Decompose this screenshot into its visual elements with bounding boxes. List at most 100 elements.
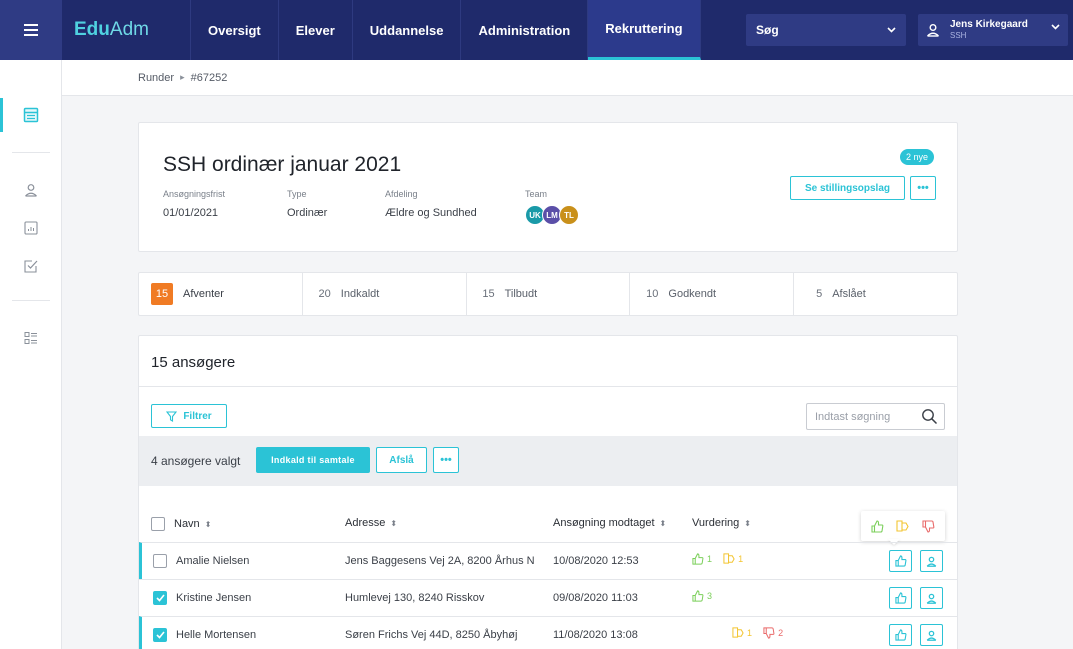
column-received[interactable]: Ansøgning modtaget ⬍ [553,517,666,529]
column-rating[interactable]: Vurdering ⬍ [692,517,751,529]
menu-button[interactable] [0,0,62,60]
filter-icon [166,410,178,422]
meta-department-value: Ældre og Sundhed [385,207,477,219]
sort-icon[interactable]: ⬍ [660,519,667,528]
profile-button[interactable] [920,550,943,572]
meta-deadline: Ansøgningsfrist 01/01/2021 [163,189,225,219]
tab-afslaaet[interactable]: 5 Afslået [794,273,957,315]
sidebar-divider [12,300,50,301]
sort-icon[interactable]: ⬍ [390,519,397,528]
row-checkbox[interactable] [153,591,167,605]
rating-down-count: 2 [778,628,784,638]
sidebar-item-people[interactable] [21,180,41,200]
thumbs-up-icon [692,553,704,565]
column-address[interactable]: Adresse ⬍ [345,517,397,529]
select-all-checkbox[interactable] [151,517,165,531]
applicant-rating: 3 [692,590,720,605]
rate-button[interactable] [889,550,912,572]
brand-logo[interactable]: Edu Adm [62,0,190,60]
thumbs-up-icon [894,592,906,604]
nav-tab-rekruttering[interactable]: Rekruttering [588,0,701,60]
table-list-icon [23,107,39,123]
new-applicants-badge: 2 nye [899,149,934,165]
avatar[interactable]: TL [559,205,579,225]
breadcrumb-root[interactable]: Runder [138,72,174,84]
applicant-search[interactable] [806,403,945,430]
search-input[interactable] [815,410,915,423]
breadcrumb: Runder ▸ #67252 [62,60,1073,96]
nav-tab-elever[interactable]: Elever [279,0,353,60]
hamburger-menu-icon [24,24,38,36]
sidebar-item-reports[interactable] [21,218,41,238]
nav-tab-uddannelse[interactable]: Uddannelse [353,0,462,60]
applicant-address: Humlevej 130, 8240 Risskov [345,592,485,604]
nav-tab-administration[interactable]: Administration [461,0,589,60]
view-posting-button[interactable]: Se stillingsopslag [790,176,905,200]
profile-button[interactable] [920,587,943,609]
column-received-label: Ansøgning modtaget [553,517,655,529]
nav-tab-oversigt[interactable]: Oversigt [190,0,279,60]
selected-count-label: 4 ansøgere valgt [151,454,241,468]
row-checkbox[interactable] [153,554,167,568]
tab-tilbudt[interactable]: 15 Tilbudt [467,273,631,315]
list-icon [24,332,37,344]
profile-button[interactable] [920,624,943,646]
user-icon [926,556,937,567]
check-icon [155,594,165,602]
sort-icon[interactable]: ⬍ [744,519,751,528]
row-checkbox[interactable] [153,628,167,642]
applicant-name[interactable]: Kristine Jensen [176,592,251,604]
tab-godkendt[interactable]: 10 Godkendt [630,273,795,315]
top-navigation-bar: Edu Adm Oversigt Elever Uddannelse Admini… [0,0,1073,60]
sort-icon[interactable]: ⬍ [205,520,212,529]
thumbs-up-icon [894,555,906,567]
rate-button[interactable] [889,587,912,609]
rating-up: 1 [692,553,712,565]
thumbs-sideways-icon[interactable] [896,519,910,533]
search-icon[interactable] [921,408,938,425]
chevron-down-icon [887,27,896,33]
thumbs-down-icon[interactable] [922,519,935,533]
page-title: SSH ordinær januar 2021 [163,153,402,176]
tab-indkaldt[interactable]: 20 Indkaldt [303,273,467,315]
thumbs-up-icon [894,629,906,641]
sidebar-active-indicator [0,98,3,132]
filter-button[interactable]: Filtrer [151,404,227,428]
sidebar-item-rounds[interactable] [21,105,41,125]
chevron-right-icon: ▸ [180,72,185,82]
column-name[interactable]: Navn ⬍ [151,517,211,531]
bulk-more-button[interactable]: ••• [433,447,459,473]
sidebar-item-tasks[interactable] [21,256,41,276]
sidebar-item-lists[interactable] [21,328,41,348]
round-more-button[interactable]: ••• [910,176,936,200]
rating-mid-count: 1 [738,554,744,564]
tab-afventer[interactable]: 15 Afventer [139,273,303,315]
table-row[interactable]: Kristine Jensen Humlevej 130, 8240 Rissk… [139,579,957,616]
thumbs-sideways-icon [723,553,735,564]
applicant-address: Søren Frichs Vej 44D, 8250 Åbyhøj [345,629,518,641]
tab-count: 15 [482,288,495,300]
tab-label: Afslået [832,288,866,300]
breadcrumb-current: #67252 [190,71,228,84]
round-header-card: SSH ordinær januar 2021 Ansøgningsfrist … [138,122,958,252]
applicant-name[interactable]: Amalie Nielsen [176,555,249,567]
chevron-down-icon [1051,24,1060,30]
search-select[interactable]: Søg [746,14,906,46]
applicant-name[interactable]: Helle Mortensen [176,629,256,641]
column-name-label: Navn [174,518,200,530]
rate-button[interactable] [889,624,912,646]
sidebar-divider [12,152,50,153]
main-nav: Oversigt Elever Uddannelse Administratio… [190,0,701,60]
user-name: Jens Kirkegaard [950,19,1028,30]
rating-mid-count: 1 [747,628,753,638]
meta-team-label: Team [525,189,548,199]
user-icon [926,593,937,604]
rating-down: 2 [763,627,783,639]
table-row[interactable]: Amalie Nielsen Jens Baggesens Vej 2A, 82… [139,542,957,579]
tab-count: 20 [318,288,331,300]
reject-button[interactable]: Afslå [376,447,427,473]
thumbs-up-icon[interactable] [871,519,884,533]
invite-interview-button[interactable]: Indkald til samtale [256,447,370,473]
table-row[interactable]: Helle Mortensen Søren Frichs Vej 44D, 82… [139,616,957,649]
user-menu[interactable]: Jens Kirkegaard SSH [918,14,1068,46]
